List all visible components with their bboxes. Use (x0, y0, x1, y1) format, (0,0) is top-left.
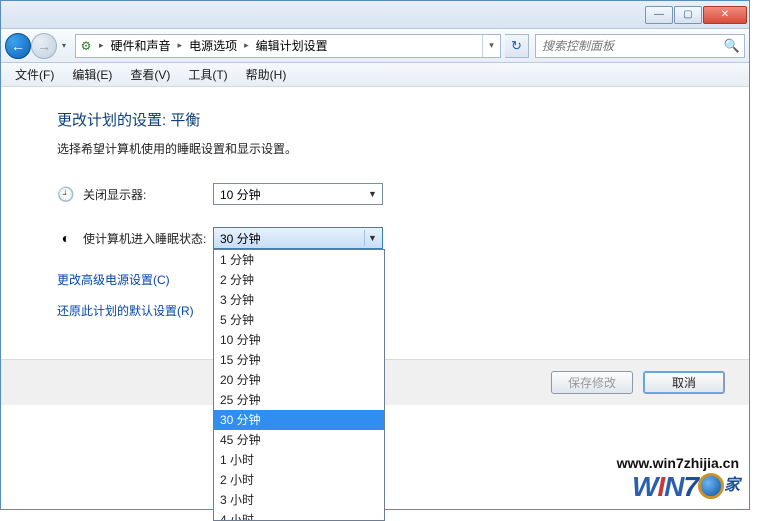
display-off-value: 10 分钟 (220, 186, 261, 203)
breadcrumb-arrow[interactable]: ▸ (175, 40, 186, 51)
address-icon: ⚙ (76, 39, 96, 53)
search-box[interactable]: 🔍 (535, 34, 745, 58)
sleep-option[interactable]: 4 小时 (214, 510, 384, 521)
nav-back-group: ← → ▾ (5, 33, 71, 59)
window-frame: — ▢ ✕ ← → ▾ ⚙ ▸ 硬件和声音 ▸ 电源选项 ▸ 编辑计划设置 ▾ … (0, 0, 750, 510)
sleep-option[interactable]: 15 分钟 (214, 350, 384, 370)
link-advanced-settings[interactable]: 更改高级电源设置(C) (57, 273, 170, 287)
back-button[interactable]: ← (5, 33, 31, 59)
sleep-option[interactable]: 3 小时 (214, 490, 384, 510)
navigation-bar: ← → ▾ ⚙ ▸ 硬件和声音 ▸ 电源选项 ▸ 编辑计划设置 ▾ ↻ 🔍 (1, 29, 749, 63)
sleep-option[interactable]: 2 小时 (214, 470, 384, 490)
search-icon[interactable]: 🔍 (720, 38, 744, 54)
breadcrumb-power-options[interactable]: 电源选项 (185, 35, 241, 57)
breadcrumb-edit-plan[interactable]: 编辑计划设置 (252, 35, 332, 57)
save-button[interactable]: 保存修改 (551, 371, 633, 394)
refresh-button[interactable]: ↻ (505, 34, 529, 58)
menu-help[interactable]: 帮助(H) (238, 64, 295, 85)
close-button[interactable]: ✕ (703, 6, 747, 24)
menu-edit[interactable]: 编辑(E) (64, 64, 120, 85)
forward-button[interactable]: → (31, 33, 57, 59)
links-section: 更改高级电源设置(C) 还原此计划的默认设置(R) (57, 271, 731, 319)
page-subtitle: 选择希望计算机使用的睡眠设置和显示设置。 (57, 140, 731, 157)
sleep-option[interactable]: 2 分钟 (214, 270, 384, 290)
titlebar: — ▢ ✕ (1, 1, 749, 29)
content-area: 更改计划的设置: 平衡 选择希望计算机使用的睡眠设置和显示设置。 🕘 关闭显示器… (1, 87, 749, 509)
display-off-label: 关闭显示器: (83, 186, 213, 203)
link-advanced-wrapper: 更改高级电源设置(C) (57, 271, 731, 288)
sleep-dropdown-list[interactable]: 1 分钟2 分钟3 分钟5 分钟10 分钟15 分钟20 分钟25 分钟30 分… (213, 249, 385, 521)
menu-file[interactable]: 文件(F) (7, 64, 62, 85)
display-off-icon: 🕘 (57, 185, 75, 203)
maximize-button[interactable]: ▢ (674, 6, 702, 24)
sleep-option[interactable]: 30 分钟 (214, 410, 384, 430)
search-input[interactable] (536, 39, 720, 53)
display-off-dropdown[interactable]: 10 分钟 ▼ (213, 183, 383, 205)
breadcrumb-arrow[interactable]: ▸ (96, 40, 107, 51)
address-bar[interactable]: ⚙ ▸ 硬件和声音 ▸ 电源选项 ▸ 编辑计划设置 ▾ (75, 34, 501, 58)
sleep-icon: ◐ (57, 229, 75, 247)
sleep-option[interactable]: 20 分钟 (214, 370, 384, 390)
menu-tools[interactable]: 工具(T) (180, 64, 235, 85)
menu-view[interactable]: 查看(V) (122, 64, 178, 85)
sleep-option[interactable]: 5 分钟 (214, 310, 384, 330)
cancel-button[interactable]: 取消 (643, 371, 725, 394)
chevron-down-icon: ▼ (364, 186, 380, 202)
link-restore-wrapper: 还原此计划的默认设置(R) (57, 302, 731, 319)
chevron-down-icon: ▼ (364, 230, 380, 246)
sleep-option[interactable]: 25 分钟 (214, 390, 384, 410)
address-dropdown[interactable]: ▾ (482, 35, 500, 57)
sleep-label: 使计算机进入睡眠状态: (83, 230, 213, 247)
setting-sleep: ◐ 使计算机进入睡眠状态: 30 分钟 ▼ 1 分钟2 分钟3 分钟5 分钟10… (57, 227, 731, 249)
menu-bar: 文件(F) 编辑(E) 查看(V) 工具(T) 帮助(H) (1, 63, 749, 87)
link-restore-defaults[interactable]: 还原此计划的默认设置(R) (57, 304, 194, 318)
sleep-option[interactable]: 1 分钟 (214, 250, 384, 270)
sleep-option[interactable]: 10 分钟 (214, 330, 384, 350)
setting-display-off: 🕘 关闭显示器: 10 分钟 ▼ (57, 183, 731, 205)
breadcrumb-hardware-sound[interactable]: 硬件和声音 (107, 35, 175, 57)
sleep-option[interactable]: 1 小时 (214, 450, 384, 470)
sleep-option[interactable]: 45 分钟 (214, 430, 384, 450)
minimize-button[interactable]: — (645, 6, 673, 24)
window-controls: — ▢ ✕ (645, 6, 747, 24)
sleep-option[interactable]: 3 分钟 (214, 290, 384, 310)
sleep-dropdown[interactable]: 30 分钟 ▼ 1 分钟2 分钟3 分钟5 分钟10 分钟15 分钟20 分钟2… (213, 227, 383, 249)
nav-history-dropdown[interactable]: ▾ (57, 35, 71, 57)
page-title: 更改计划的设置: 平衡 (57, 109, 731, 130)
sleep-value: 30 分钟 (220, 230, 261, 247)
breadcrumb-arrow[interactable]: ▸ (241, 40, 252, 51)
